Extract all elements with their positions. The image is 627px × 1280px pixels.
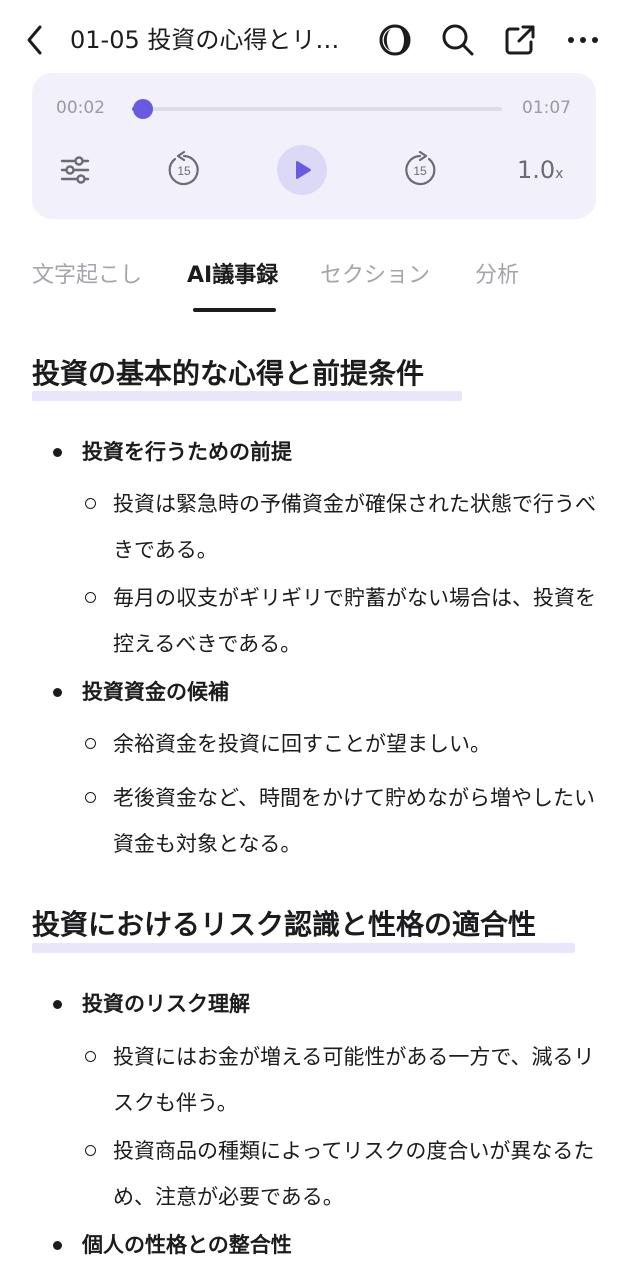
bullet-ring	[85, 592, 96, 603]
svg-text:15: 15	[413, 164, 427, 178]
settings-sliders-icon[interactable]	[49, 145, 101, 195]
list-item: 投資は緊急時の予備資金が確保された状態で行うべきである。	[113, 492, 596, 562]
page-title: 01-05 投資の心得とリ…	[70, 26, 340, 54]
speed-value: 1.0	[517, 156, 556, 184]
bullet-dot	[53, 448, 62, 457]
audio-player: 00:02 01:07 15 15 1.0x	[32, 73, 596, 219]
list-item-heading: 投資のリスク理解	[82, 992, 250, 1016]
current-time: 00:02	[56, 98, 105, 118]
search-icon[interactable]	[438, 20, 478, 60]
list-item: 余裕資金を投資に回すことが望ましい。	[113, 732, 491, 756]
rewind-15-icon[interactable]: 15	[158, 145, 210, 195]
playback-speed-button[interactable]: 1.0x	[517, 155, 563, 189]
bullet-dot	[53, 688, 62, 697]
more-icon[interactable]	[563, 20, 603, 60]
top-bar: 01-05 投資の心得とリ…	[0, 0, 627, 80]
bullet-ring	[85, 738, 96, 749]
tab-analysis[interactable]: 分析	[475, 260, 519, 292]
list-item: 投資商品の種類によってリスクの度合いが異なるため、注意が必要である。	[113, 1139, 595, 1209]
bullet-ring	[85, 792, 96, 803]
bullet-ring	[85, 498, 96, 509]
play-button[interactable]	[277, 145, 327, 195]
theme-toggle-icon[interactable]	[375, 20, 415, 60]
back-chevron-icon[interactable]	[18, 22, 52, 58]
total-time: 01:07	[522, 98, 571, 118]
svg-text:15: 15	[177, 164, 191, 178]
list-item: 毎月の収支がギリギリで貯蓄がない場合は、投資を控えるべきである。	[113, 586, 596, 656]
bullet-dot	[53, 1000, 62, 1009]
section-heading: 投資の基本的な心得と前提条件	[32, 357, 425, 390]
progress-knob[interactable]	[133, 99, 154, 119]
tab-bar: 文字起こし AI議事録 セクション 分析	[0, 250, 627, 314]
tab-sections[interactable]: セクション	[320, 260, 430, 292]
progress-slider[interactable]	[132, 99, 502, 119]
bullet-dot	[53, 1241, 62, 1250]
list-item: 老後資金など、時間をかけて貯めながら増やしたい資金も対象となる。	[113, 786, 595, 856]
list-item: 投資にはお金が増える可能性がある一方で、減るリスクも伴う。	[113, 1045, 595, 1115]
speed-unit: x	[555, 166, 564, 182]
tab-ai-minutes[interactable]: AI議事録	[187, 260, 278, 292]
bullet-ring	[85, 1051, 96, 1062]
forward-15-icon[interactable]: 15	[394, 145, 446, 195]
active-tab-indicator	[193, 308, 276, 312]
list-item-heading: 投資を行うための前提	[82, 440, 292, 464]
tab-transcript[interactable]: 文字起こし	[32, 260, 142, 292]
play-icon	[296, 161, 311, 179]
section-heading: 投資におけるリスク認識と性格の適合性	[32, 908, 537, 941]
list-item-heading: 個人の性格との整合性	[82, 1233, 292, 1257]
share-icon[interactable]	[500, 20, 540, 60]
bullet-ring	[85, 1145, 96, 1156]
list-item-heading: 投資資金の候補	[82, 680, 229, 704]
